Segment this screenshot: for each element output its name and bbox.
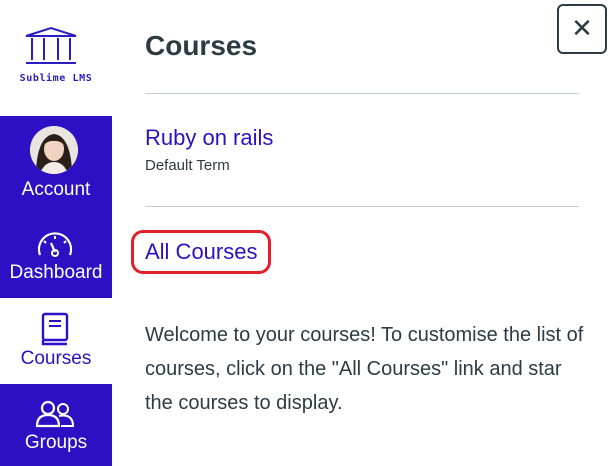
columns-building-icon	[25, 26, 77, 64]
welcome-text: Welcome to your courses! To customise th…	[145, 324, 584, 414]
nav-label-dashboard: Dashboard	[9, 262, 103, 283]
nav-label-courses: Courses	[20, 348, 92, 369]
divider	[145, 206, 579, 207]
nav-item-dashboard[interactable]: Dashboard	[0, 214, 112, 298]
groups-icon	[35, 400, 75, 428]
divider	[145, 93, 579, 94]
all-courses-link[interactable]: All Courses	[145, 239, 257, 265]
nav-item-groups[interactable]: Groups	[0, 384, 112, 466]
tray-title: Courses	[145, 30, 258, 61]
nav-item-account[interactable]: Account	[0, 116, 112, 214]
global-nav: Sublime LMS Account Dashboard Courses Gr…	[0, 0, 112, 466]
book-icon	[41, 312, 69, 346]
course-link[interactable]: Ruby on rails	[145, 125, 273, 151]
nav-label-groups: Groups	[24, 432, 88, 453]
nav-item-courses[interactable]: Courses	[0, 298, 112, 384]
avatar	[30, 126, 78, 174]
nav-label-account: Account	[21, 179, 91, 200]
brand-name: Sublime LMS	[19, 73, 93, 84]
close-button[interactable]: ✕	[557, 4, 607, 54]
close-icon: ✕	[571, 13, 593, 43]
speedometer-icon	[37, 232, 73, 257]
course-term: Default Term	[145, 157, 230, 174]
brand-logo[interactable]: Sublime LMS	[0, 0, 112, 116]
